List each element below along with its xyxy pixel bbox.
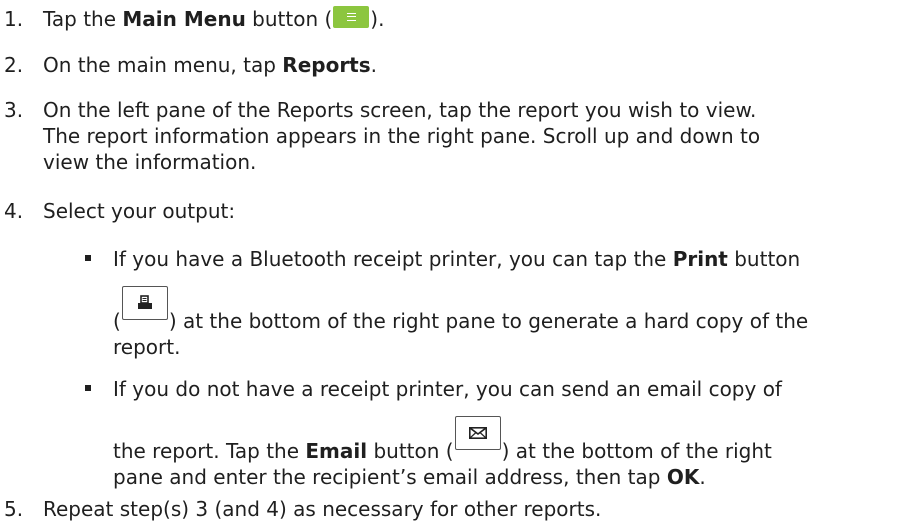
text-line: the report. Tap the Email button ( ) at t… [113,416,918,464]
step-number: 1. [4,7,24,31]
step-1: 1. Tap the Main Menu button (). [4,6,918,32]
text-run: pane and enter the recipient’s email add… [113,465,667,489]
bullet-email: If you do not have a receipt printer, yo… [85,376,918,490]
step-number: 5. [4,497,24,521]
text-run: ). [370,7,385,31]
bullet-text: If you have a Bluetooth receipt printer,… [113,246,918,360]
bold-term: Print [672,247,728,271]
step-3: 3. On the left pane of the Reports scree… [4,97,918,175]
main-menu-button-image [333,6,370,28]
text-run: . [370,53,378,77]
text-run: . [699,465,706,489]
text-run: the report. Tap the [113,439,306,463]
bullet-text: If you do not have a receipt printer, yo… [113,376,918,490]
step-text: On the left pane of the Reports screen, … [43,97,918,175]
bold-term: Reports [282,53,371,77]
text-run: If you have a Bluetooth receipt printer,… [113,247,673,271]
bullet-marker [85,385,91,391]
step-text: Repeat step(s) 3 (and 4) as necessary fo… [43,497,602,521]
text-run: ( [113,309,121,333]
step-2: 2. On the main menu, tap Reports. [4,52,918,78]
text-run: button ( [367,439,454,463]
step-text: Select your output: [43,199,236,223]
email-button-image [454,416,501,450]
text-run: button ( [245,7,333,31]
step-text: Tap the Main Menu button (). [43,6,918,32]
step-5: 5. Repeat step(s) 3 (and 4) as necessary… [4,496,918,522]
print-button-image [121,286,168,320]
step-4: 4. Select your output: [4,198,918,224]
bullet-print: If you have a Bluetooth receipt printer,… [85,246,918,360]
step-number: 2. [4,53,24,77]
text-run: button [727,247,801,271]
printer-icon [137,295,152,309]
hamburger-icon [347,13,357,21]
text-line: report. [113,335,181,359]
text-run: Tap the [43,7,123,31]
text-line: ( ) at the bottom of the right pane to ge… [113,286,918,334]
bold-term: Main Menu [122,7,246,31]
envelope-icon [468,427,487,439]
text-run: ) at the bottom of the right [501,439,772,463]
instructions-document: 1. Tap the Main Menu button (). 2. On th… [0,0,922,530]
text-line: On the left pane of the Reports screen, … [43,98,757,122]
text-line: pane and enter the recipient’s email add… [113,464,918,490]
bold-term: Email [305,439,368,463]
text-line: If you do not have a receipt printer, yo… [113,377,782,401]
step-number: 4. [4,199,24,223]
step-number: 3. [4,98,24,122]
text-line: If you have a Bluetooth receipt printer,… [113,246,918,272]
text-run: ) at the bottom of the right pane to gen… [168,309,809,333]
text-line: view the information. [43,150,257,174]
bold-term: OK [666,465,700,489]
text-line: The report information appears in the ri… [43,124,761,148]
text-run: On the main menu, tap [43,53,283,77]
step-text: On the main menu, tap Reports. [43,52,918,78]
bullet-marker [85,255,91,261]
